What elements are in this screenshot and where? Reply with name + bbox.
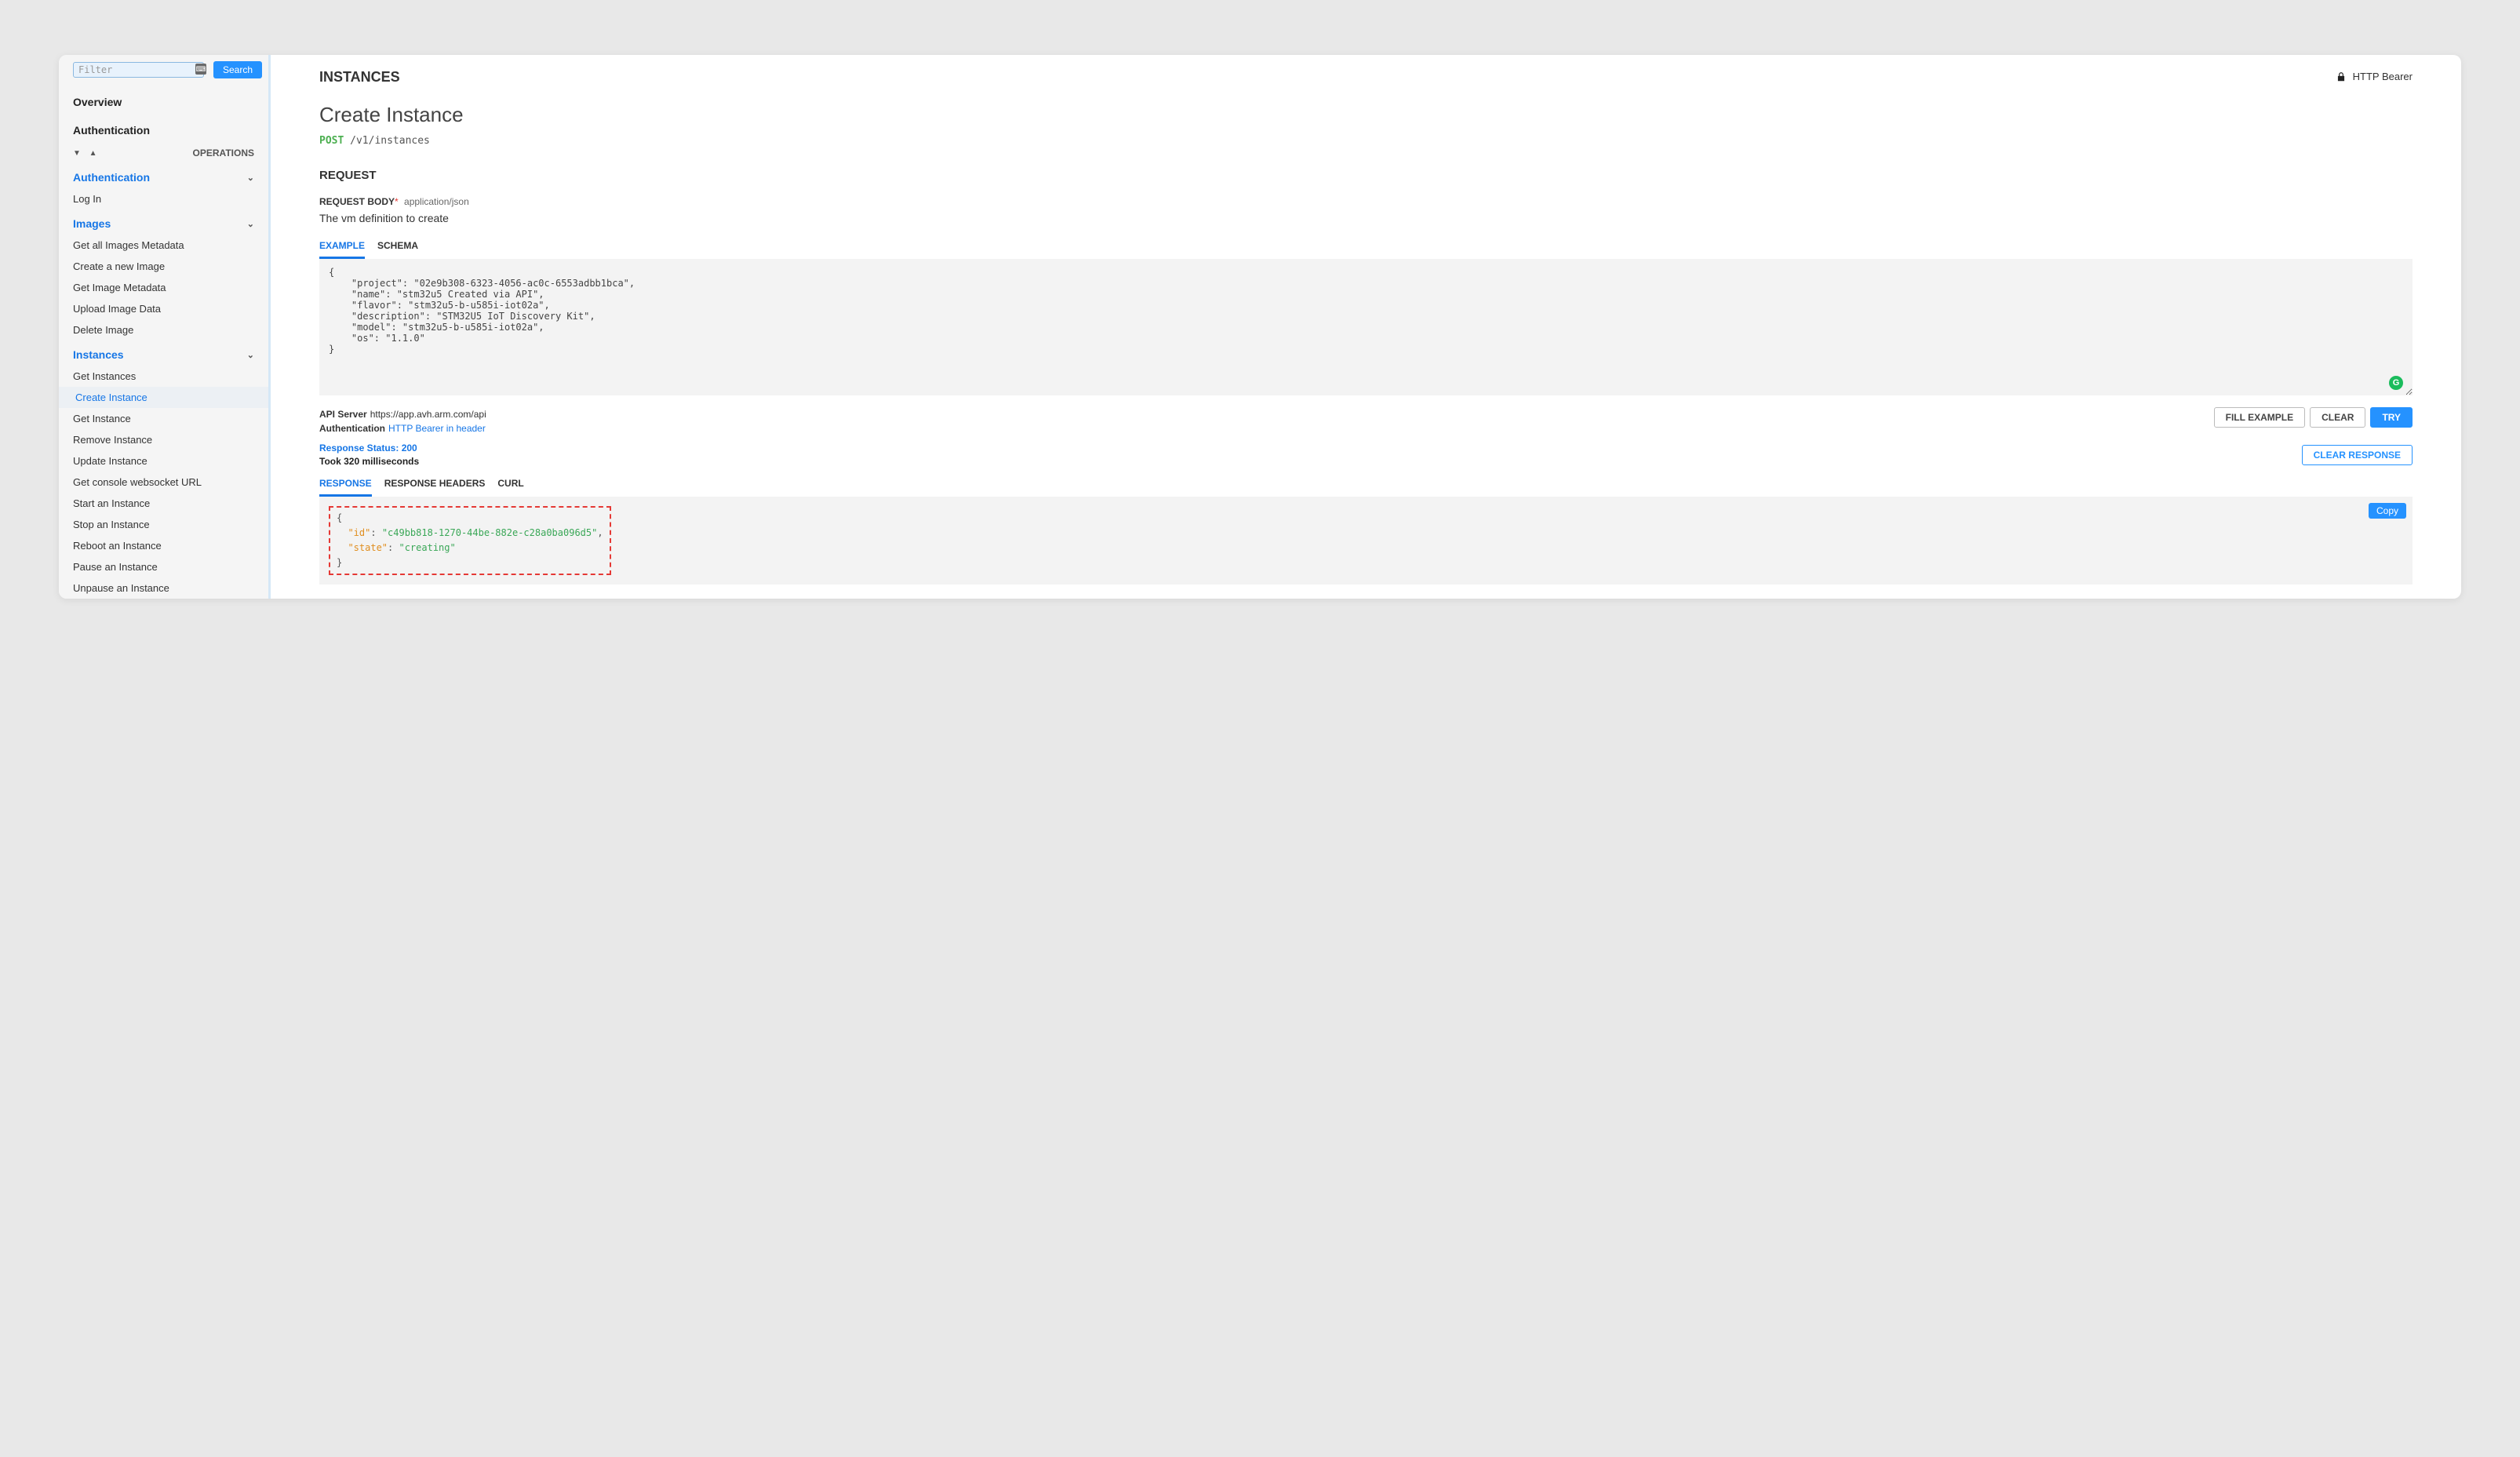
page-title: Create Instance (319, 103, 2413, 127)
response-time: Took 320 milliseconds (319, 455, 419, 468)
auth-link[interactable]: HTTP Bearer in header (388, 423, 486, 434)
tab-curl[interactable]: CURL (497, 473, 523, 497)
api-server-value: https://app.avh.arm.com/api (370, 409, 486, 420)
clear-button[interactable]: CLEAR (2310, 407, 2365, 428)
api-server-label: API Server (319, 409, 367, 420)
search-row: ⌨ Search (59, 61, 268, 86)
sidebar-item[interactable]: Update Instance (59, 450, 268, 472)
chevron-down-icon: ⌄ (247, 350, 254, 360)
response-body: Copy { "id": "c49bb818-1270-44be-882e-c2… (319, 497, 2413, 585)
section-instances-label: Instances (73, 348, 124, 361)
request-description: The vm definition to create (319, 212, 2413, 224)
json-val-state: "creating" (399, 542, 455, 553)
operations-label: OPERATIONS (193, 148, 254, 158)
request-body-type: application/json (404, 196, 469, 207)
chevron-down-icon: ⌄ (247, 219, 254, 229)
section-authentication-label: Authentication (73, 171, 150, 184)
auth-label: Authentication (319, 423, 385, 434)
tab-example[interactable]: EXAMPLE (319, 235, 365, 259)
sidebar-item[interactable]: Upload Image Data (59, 298, 268, 319)
sidebar: ⌨ Search Overview Authentication ▼ ▲ OPE… (59, 55, 271, 599)
sidebar-item[interactable]: Unpause an Instance (59, 577, 268, 599)
sidebar-item[interactable]: Reboot an Instance (59, 535, 268, 556)
grammarly-icon[interactable]: G (2389, 376, 2403, 390)
nav-authentication-head[interactable]: Authentication (59, 115, 268, 143)
request-heading: REQUEST (319, 169, 2413, 182)
server-info: API Serverhttps://app.avh.arm.com/api Au… (319, 407, 486, 435)
section-images[interactable]: Images ⌄ (59, 209, 268, 235)
response-highlight: { "id": "c49bb818-1270-44be-882e-c28a0ba… (329, 506, 611, 576)
nav-overview[interactable]: Overview (59, 86, 268, 115)
sidebar-item[interactable]: Stop an Instance (59, 514, 268, 535)
response-tabs: RESPONSE RESPONSE HEADERS CURL (319, 473, 2413, 497)
required-star-icon: * (395, 196, 399, 207)
section-authentication[interactable]: Authentication ⌄ (59, 163, 268, 188)
auth-badge[interactable]: HTTP Bearer (2336, 71, 2413, 82)
app-window: ⌨ Search Overview Authentication ▼ ▲ OPE… (59, 55, 2461, 599)
status-row: Response Status: 200 Took 320 millisecon… (319, 442, 2413, 468)
lock-icon (2336, 71, 2347, 82)
http-path: /v1/instances (350, 135, 430, 147)
sidebar-item[interactable]: Start an Instance (59, 493, 268, 514)
main-content: HTTP Bearer INSTANCES Create Instance PO… (271, 55, 2461, 599)
search-input[interactable] (73, 62, 204, 78)
sidebar-item[interactable]: Get console websocket URL (59, 472, 268, 493)
request-tabs: EXAMPLE SCHEMA (319, 235, 2413, 259)
json-key-id: "id" (348, 527, 370, 538)
filter-clear-icon[interactable]: ⌨ (195, 64, 206, 75)
json-val-id: "c49bb818-1270-44be-882e-c28a0ba096d5" (382, 527, 598, 538)
sidebar-item[interactable]: Get Instances (59, 366, 268, 387)
copy-button[interactable]: Copy (2369, 503, 2406, 519)
example-code-wrap: G (319, 259, 2413, 398)
example-textarea[interactable] (319, 259, 2413, 395)
try-button[interactable]: TRY (2370, 407, 2413, 428)
chevron-down-icon: ⌄ (247, 173, 254, 183)
sidebar-item[interactable]: Get Image Metadata (59, 277, 268, 298)
sidebar-item-login[interactable]: Log In (59, 188, 268, 209)
response-status: Response Status: 200 (319, 442, 419, 455)
status-text: Response Status: 200 Took 320 millisecon… (319, 442, 419, 468)
tab-schema[interactable]: SCHEMA (377, 235, 418, 259)
sidebar-item[interactable]: Create a new Image (59, 256, 268, 277)
auth-badge-label: HTTP Bearer (2353, 71, 2413, 82)
sidebar-item[interactable]: Get all Images Metadata (59, 235, 268, 256)
sidebar-item[interactable]: Remove Instance (59, 429, 268, 450)
tab-response-headers[interactable]: RESPONSE HEADERS (384, 473, 486, 497)
json-key-state: "state" (348, 542, 388, 553)
sidebar-item[interactable]: Pause an Instance (59, 556, 268, 577)
search-button[interactable]: Search (213, 61, 262, 78)
action-row: API Serverhttps://app.avh.arm.com/api Au… (319, 407, 2413, 435)
section-heading: INSTANCES (319, 69, 2413, 86)
sidebar-item[interactable]: Get Instance (59, 408, 268, 429)
collapse-expand-icon[interactable]: ▼ ▲ (73, 149, 100, 158)
tab-response[interactable]: RESPONSE (319, 473, 372, 497)
http-method: POST (319, 135, 344, 147)
request-body-label: REQUEST BODY (319, 196, 395, 207)
section-instances[interactable]: Instances ⌄ (59, 341, 268, 366)
operations-row: ▼ ▲ OPERATIONS (59, 143, 268, 163)
request-buttons: FILL EXAMPLE CLEAR TRY (2214, 407, 2413, 428)
method-line: POST /v1/instances (319, 135, 2413, 147)
sidebar-item-create-instance[interactable]: Create Instance (59, 387, 268, 408)
clear-response-button[interactable]: CLEAR RESPONSE (2302, 445, 2413, 465)
fill-example-button[interactable]: FILL EXAMPLE (2214, 407, 2305, 428)
request-body-label-row: REQUEST BODY* application/json (319, 196, 2413, 207)
sidebar-item[interactable]: Delete Image (59, 319, 268, 341)
section-images-label: Images (73, 217, 111, 230)
